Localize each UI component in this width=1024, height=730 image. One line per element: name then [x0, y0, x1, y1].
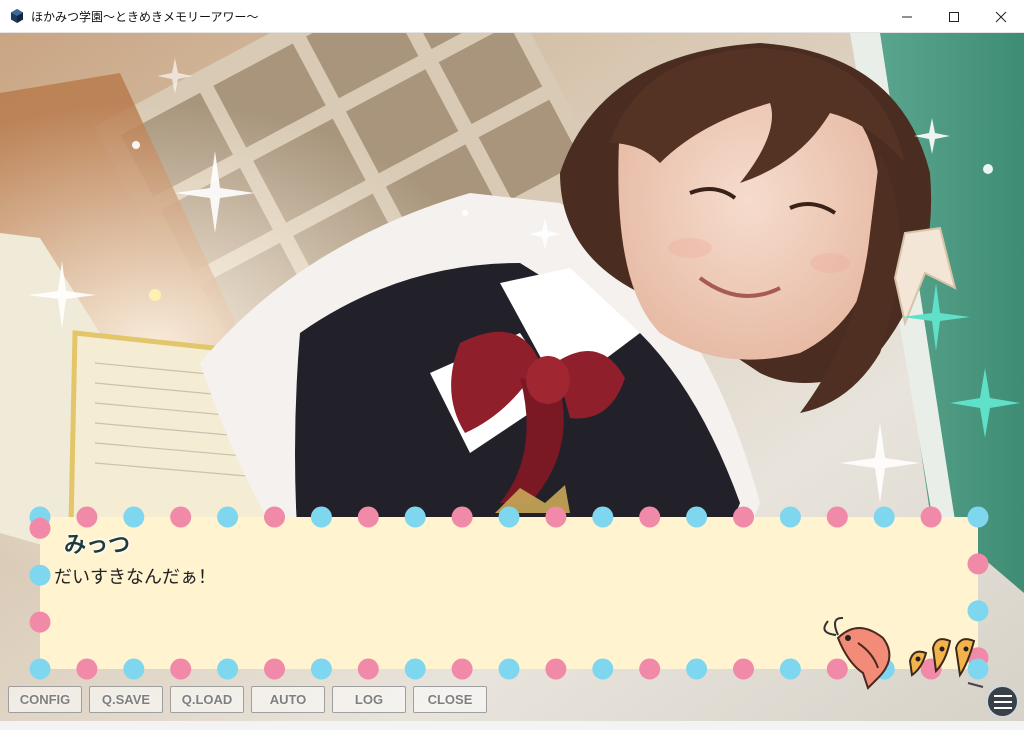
border-dot	[779, 658, 801, 680]
border-dot	[639, 506, 661, 528]
border-dot	[451, 506, 473, 528]
border-dot	[310, 506, 332, 528]
border-dot	[592, 658, 614, 680]
dialogue-text: だいすきなんだぁ！	[54, 567, 216, 588]
window-title: ほかみつ学園〜ときめきメモリーアワー〜	[31, 9, 259, 24]
border-dot	[873, 506, 895, 528]
minimize-icon	[901, 16, 912, 17]
close-icon	[995, 11, 1006, 22]
quick-save-button[interactable]: Q.SAVE	[89, 686, 163, 713]
border-dot	[967, 506, 989, 528]
quick-menu: CONFIG Q.SAVE Q.LOAD AUTO LOG CLOSE	[8, 686, 487, 713]
game-stage[interactable]: みっつ だいすきなんだぁ！ CONFIG Q.SAVE Q.LOAD AUTO …	[0, 33, 1024, 725]
log-button[interactable]: LOG	[332, 686, 406, 713]
border-dot	[170, 506, 192, 528]
border-dot	[310, 658, 332, 680]
border-dot	[217, 658, 239, 680]
close-window-button[interactable]: CLOSE	[413, 686, 487, 713]
border-dot	[357, 658, 379, 680]
maximize-icon	[948, 11, 959, 22]
border-dot	[779, 506, 801, 528]
border-dot	[826, 506, 848, 528]
border-dot	[76, 658, 98, 680]
border-dot	[170, 658, 192, 680]
border-dot	[498, 506, 520, 528]
border-dot	[451, 658, 473, 680]
border-dot	[733, 506, 754, 528]
quick-load-button[interactable]: Q.LOAD	[170, 686, 244, 713]
hamburger-menu-button[interactable]	[986, 685, 1019, 718]
border-dot	[686, 506, 708, 528]
border-dot	[686, 658, 708, 680]
border-dot	[123, 658, 145, 680]
speaker-name: みっつ	[64, 533, 131, 558]
hamburger-menu-icon	[993, 694, 1012, 709]
border-dot	[545, 658, 567, 680]
close-button[interactable]	[977, 0, 1024, 33]
auto-button[interactable]: AUTO	[251, 686, 325, 713]
border-dot	[404, 658, 426, 680]
border-dot	[733, 658, 754, 680]
border-dot	[76, 506, 98, 528]
border-dot	[123, 506, 145, 528]
border-dot	[920, 506, 942, 528]
border-dot	[29, 658, 51, 680]
app-cube-icon	[9, 8, 25, 24]
border-dot	[404, 506, 426, 528]
window-bottom-edge	[0, 721, 1024, 730]
border-dot	[217, 506, 239, 528]
window-controls	[883, 0, 1024, 33]
border-dot	[264, 506, 285, 528]
config-button[interactable]: CONFIG	[8, 686, 82, 713]
border-dot	[967, 553, 989, 575]
border-dot	[639, 658, 661, 680]
border-dot	[545, 506, 567, 528]
border-dot	[357, 506, 379, 528]
border-dot	[592, 506, 614, 528]
border-dot	[498, 658, 520, 680]
window-titlebar: ほかみつ学園〜ときめきメモリーアワー〜	[0, 0, 1024, 33]
minimize-button[interactable]	[883, 0, 930, 33]
maximize-button[interactable]	[930, 0, 977, 33]
border-dot	[29, 611, 51, 633]
border-dot	[264, 658, 285, 680]
shrimp-mascot-icon	[823, 616, 984, 690]
border-dot	[29, 517, 51, 539]
border-dot	[29, 564, 51, 586]
